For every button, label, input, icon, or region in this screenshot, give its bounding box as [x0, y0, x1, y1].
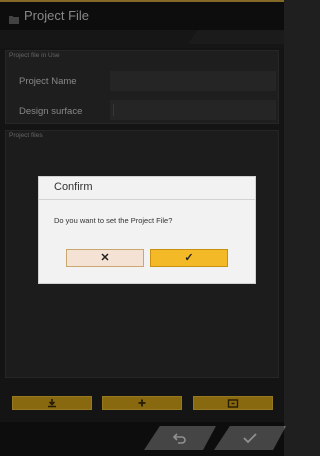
- close-icon: ✕: [100, 251, 110, 264]
- check-icon: ✓: [184, 251, 194, 264]
- dialog-message: Do you want to set the Project File?: [54, 216, 173, 225]
- cancel-button[interactable]: ✕: [66, 249, 144, 267]
- dialog-title: Confirm: [54, 181, 93, 193]
- confirm-button[interactable]: ✓: [150, 249, 228, 267]
- dialog-divider: [39, 199, 255, 200]
